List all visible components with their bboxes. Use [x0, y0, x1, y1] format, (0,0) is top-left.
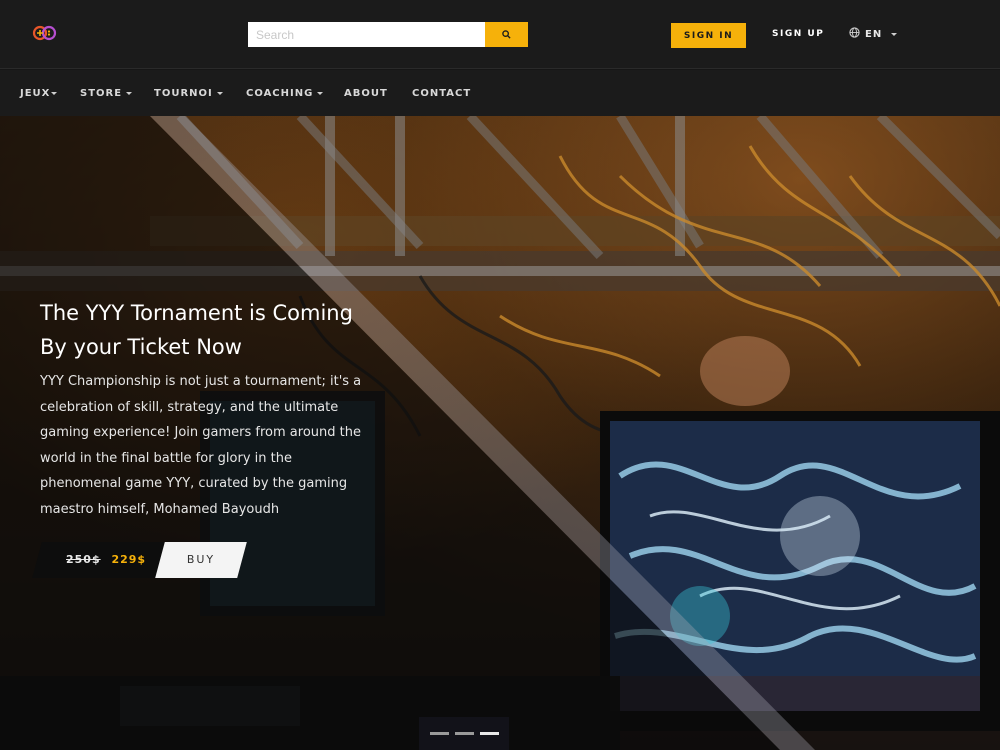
price-tag: 250$ 229$: [66, 553, 146, 566]
search-icon: [502, 27, 511, 42]
buy-button[interactable]: [155, 542, 247, 578]
nav-item-tournoi[interactable]: TOURNOI: [154, 88, 223, 99]
caret-down-icon: [317, 91, 324, 95]
nav-item-label: STORE: [80, 88, 123, 99]
top-header: SIGN IN SIGN UP EN: [0, 0, 1000, 69]
search-input[interactable]: [248, 22, 485, 47]
slide-indicator-1[interactable]: [429, 732, 449, 735]
nav-item-store[interactable]: STORE: [80, 88, 133, 99]
slider-pagination: [419, 717, 509, 750]
sign-up-link[interactable]: SIGN UP: [772, 29, 824, 39]
caret-down-icon: [126, 91, 133, 95]
nav-item-jeux[interactable]: JEUX: [20, 88, 58, 99]
globe-icon: [849, 27, 860, 41]
hero-title: The YYY Tornament is Coming By your Tick…: [40, 301, 353, 359]
nav-item-label: JEUX: [20, 88, 51, 99]
nav-item-label: ABOUT: [344, 88, 388, 99]
logo-icon[interactable]: [30, 22, 60, 44]
language-selector[interactable]: EN: [849, 27, 898, 41]
hero-description: YYY Championship is not just a tournamen…: [40, 374, 362, 517]
nav-item-label: COACHING: [246, 88, 314, 99]
caret-down-icon: [51, 91, 58, 95]
language-label: EN: [865, 28, 883, 40]
nav-item-coaching[interactable]: COACHING: [246, 88, 324, 99]
main-nav: JEUX STORE TOURNOI COACHING ABOUT CONTAC…: [0, 70, 1000, 116]
sign-in-button[interactable]: SIGN IN: [671, 23, 746, 48]
search-button[interactable]: [485, 22, 528, 47]
slide-indicator-3[interactable]: [479, 732, 499, 735]
nav-item-about[interactable]: ABOUT: [344, 88, 388, 99]
nav-item-contact[interactable]: CONTACT: [412, 88, 471, 99]
slide-indicator-2[interactable]: [454, 732, 474, 735]
nav-item-label: CONTACT: [412, 88, 472, 99]
hero-banner: The YYY Tornament is Coming By your Tick…: [0, 116, 1000, 750]
caret-down-icon: [216, 91, 223, 95]
search-bar: [248, 22, 528, 47]
new-price: 229$: [111, 553, 147, 566]
old-price: 250$: [66, 553, 101, 566]
caret-down-icon: [891, 32, 898, 36]
nav-item-label: TOURNOI: [154, 88, 213, 99]
